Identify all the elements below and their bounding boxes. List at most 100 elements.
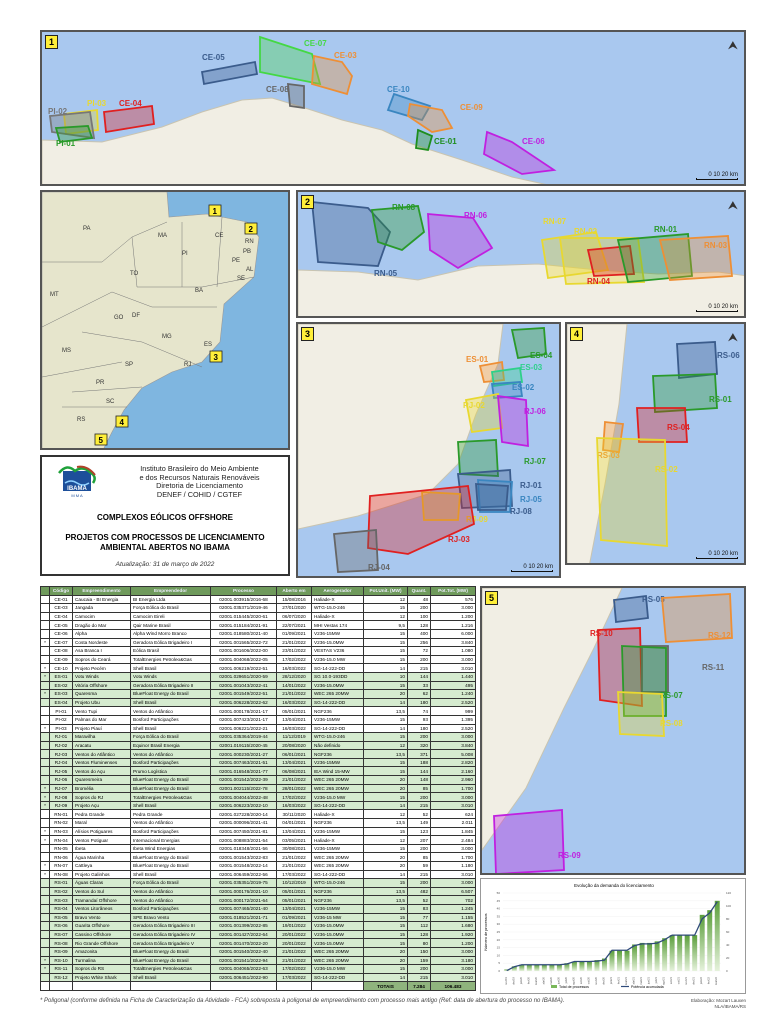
table-cell: 01/09/2021	[276, 628, 312, 639]
chart-title: Evolução da demanda do licenciamento	[574, 883, 654, 888]
table-cell: BlueFloat Energy do Brasil	[130, 946, 211, 957]
table-cell	[40, 740, 50, 751]
table-cell: 02001.001540/2022-40	[210, 946, 277, 957]
table-cell: 22/07/2021	[276, 620, 312, 630]
panel-locator-number: 3	[214, 353, 219, 362]
totals-power: 106.483	[430, 981, 476, 991]
table-cell: 3.000	[430, 843, 476, 854]
table-cell: 128	[407, 620, 431, 630]
column-header: Empreendimento	[72, 586, 131, 596]
table-cell: Projeto White Shark	[72, 972, 131, 983]
table-cell: 01/09/2021	[276, 912, 312, 923]
table-row: RS-12 Projeto White Shark Shell Brasil 0200…	[40, 972, 476, 983]
table-cell: 11/12/2019	[276, 732, 312, 742]
table-cell: Dragão do Mar	[72, 620, 131, 630]
table-row: RJ-03 Ventos do Atlântico Ventos do Atlânt…	[40, 749, 476, 759]
table-cell: *	[40, 964, 50, 974]
column-header: Aberto em	[276, 586, 312, 596]
table-row: ES-04 Projeto Ubu Shell Brasil 02001.006228…	[40, 697, 476, 708]
table-cell: Quaresmeira	[72, 775, 131, 785]
table-cell: RS-01	[49, 878, 73, 888]
table-cell: 20	[363, 861, 408, 871]
table-cell: 17/03/2022	[276, 972, 312, 983]
table-cell: VESTAS V236	[311, 646, 364, 656]
table-cell: 320	[407, 740, 431, 751]
table-cell: Maral	[72, 818, 131, 828]
state-label: AL	[246, 267, 254, 273]
table-cell: V236-15MW	[311, 903, 364, 914]
y-tick-label: 50	[497, 891, 501, 895]
wind-farm-label: RN-01	[654, 225, 678, 234]
table-cell: 13,5	[363, 749, 408, 759]
table-cell: RJ-05	[49, 766, 73, 777]
table-cell: 02001.001541/2022-94	[210, 955, 277, 966]
wind-farm-label: CE-10	[387, 85, 410, 94]
bar-total-processos	[541, 964, 547, 971]
table-cell: Vento Tupi	[72, 706, 131, 716]
table-cell: *	[40, 861, 50, 871]
x-tick-label: nov/19	[504, 976, 508, 984]
wind-farm-label: RS-10	[590, 629, 613, 638]
table-cell: 3.000	[430, 654, 476, 665]
table-cell: 1.240	[430, 689, 476, 699]
wind-farm-label: RN-05	[374, 269, 398, 278]
table-cell: 15	[363, 938, 408, 948]
panel-locator-number: 5	[99, 436, 104, 445]
table-cell: 2.820	[430, 757, 476, 768]
table-cell: 02001.001470/2022-20	[210, 938, 277, 948]
table-cell: RN-07	[49, 861, 73, 871]
table-cell: Caucaia - BI Energia	[72, 594, 131, 605]
table-cell: Alpha Wind Morro Branco	[130, 628, 211, 639]
wind-farm-label: RJ-07	[524, 457, 546, 466]
table-cell	[40, 878, 50, 888]
table-row: * CE-07 Costa Nordeste Geradora Eólica Brig…	[40, 637, 476, 648]
table-cell: CE-10	[49, 663, 73, 673]
scale-bar: 0 10 20 km	[511, 564, 553, 572]
table-cell: V236-15.0MW	[311, 938, 364, 948]
table-cell: Geradora Eólica Brigadeiro III	[130, 921, 211, 931]
table-cell: CE-06	[49, 628, 73, 639]
bar-total-processos	[526, 964, 532, 971]
table-row: RN-06 Água Marinha BlueFloat Energy do Bra…	[40, 852, 476, 862]
x-tick-label: jul/20	[564, 976, 568, 984]
table-row: * PI-03 Projeto Piauí Shell Brasil 02001.006…	[40, 723, 476, 734]
table-row: CE-03 Jangada Força Eólica do Brasil 02001.…	[40, 603, 476, 613]
table-cell: RS-02	[49, 886, 73, 897]
table-cell: 20/01/2022	[276, 929, 312, 940]
table-cell: 13/04/2021	[276, 826, 312, 837]
table-cell: 200	[407, 792, 431, 802]
table-cell: 200	[407, 732, 431, 742]
table-cell: Geradora Eólica Brigadeiro V	[130, 938, 211, 948]
table-cell: Costa Nordeste	[72, 637, 131, 648]
table-cell: Ventos do Atlântico	[130, 818, 211, 828]
state-label: PB	[243, 249, 251, 255]
table-cell: *	[40, 723, 50, 734]
panel-locator-number: 2	[249, 225, 254, 234]
y-tick-label: 15	[497, 946, 501, 950]
table-cell: 02001.001565/2022-72	[210, 637, 277, 648]
table-cell: V236-15MW	[311, 843, 364, 854]
map-panel-rs-south: RS-05 RS-12 RS-10 RS-11 RS-07 RS-08 RS-09 5	[480, 586, 746, 875]
table-cell: Cattleya	[72, 861, 131, 871]
wind-farm-polygon	[676, 341, 718, 379]
table-cell: Projeto Ubu	[72, 697, 131, 708]
table-cell: 62	[407, 689, 431, 699]
table-cell: 21/01/2022	[276, 775, 312, 785]
table-cell: 3.840	[430, 637, 476, 648]
north-arrow-icon: ⮝	[727, 38, 738, 52]
table-row: CE-04 Camocim Camocim Eireli 02001.015445/2…	[40, 611, 476, 622]
table-cell: 12	[363, 809, 408, 820]
table-cell: 21/01/2022	[276, 852, 312, 862]
table-cell: RN-08	[49, 869, 73, 880]
table-cell: 10	[363, 671, 408, 682]
table-cell: SG-14-222-DD	[311, 723, 364, 734]
table-cell: 200	[407, 878, 431, 888]
table-cell: 215	[407, 972, 431, 983]
table-cell: RJ-07	[49, 783, 73, 794]
table-cell: 21/01/2022	[276, 689, 312, 699]
table-cell: 148	[407, 775, 431, 785]
table-cell: BlueFloat Energy do Brasil	[130, 689, 211, 699]
state-label: PR	[96, 380, 105, 386]
table-cell: 12	[363, 611, 408, 622]
table-cell: Camocim Eireli	[130, 611, 211, 622]
